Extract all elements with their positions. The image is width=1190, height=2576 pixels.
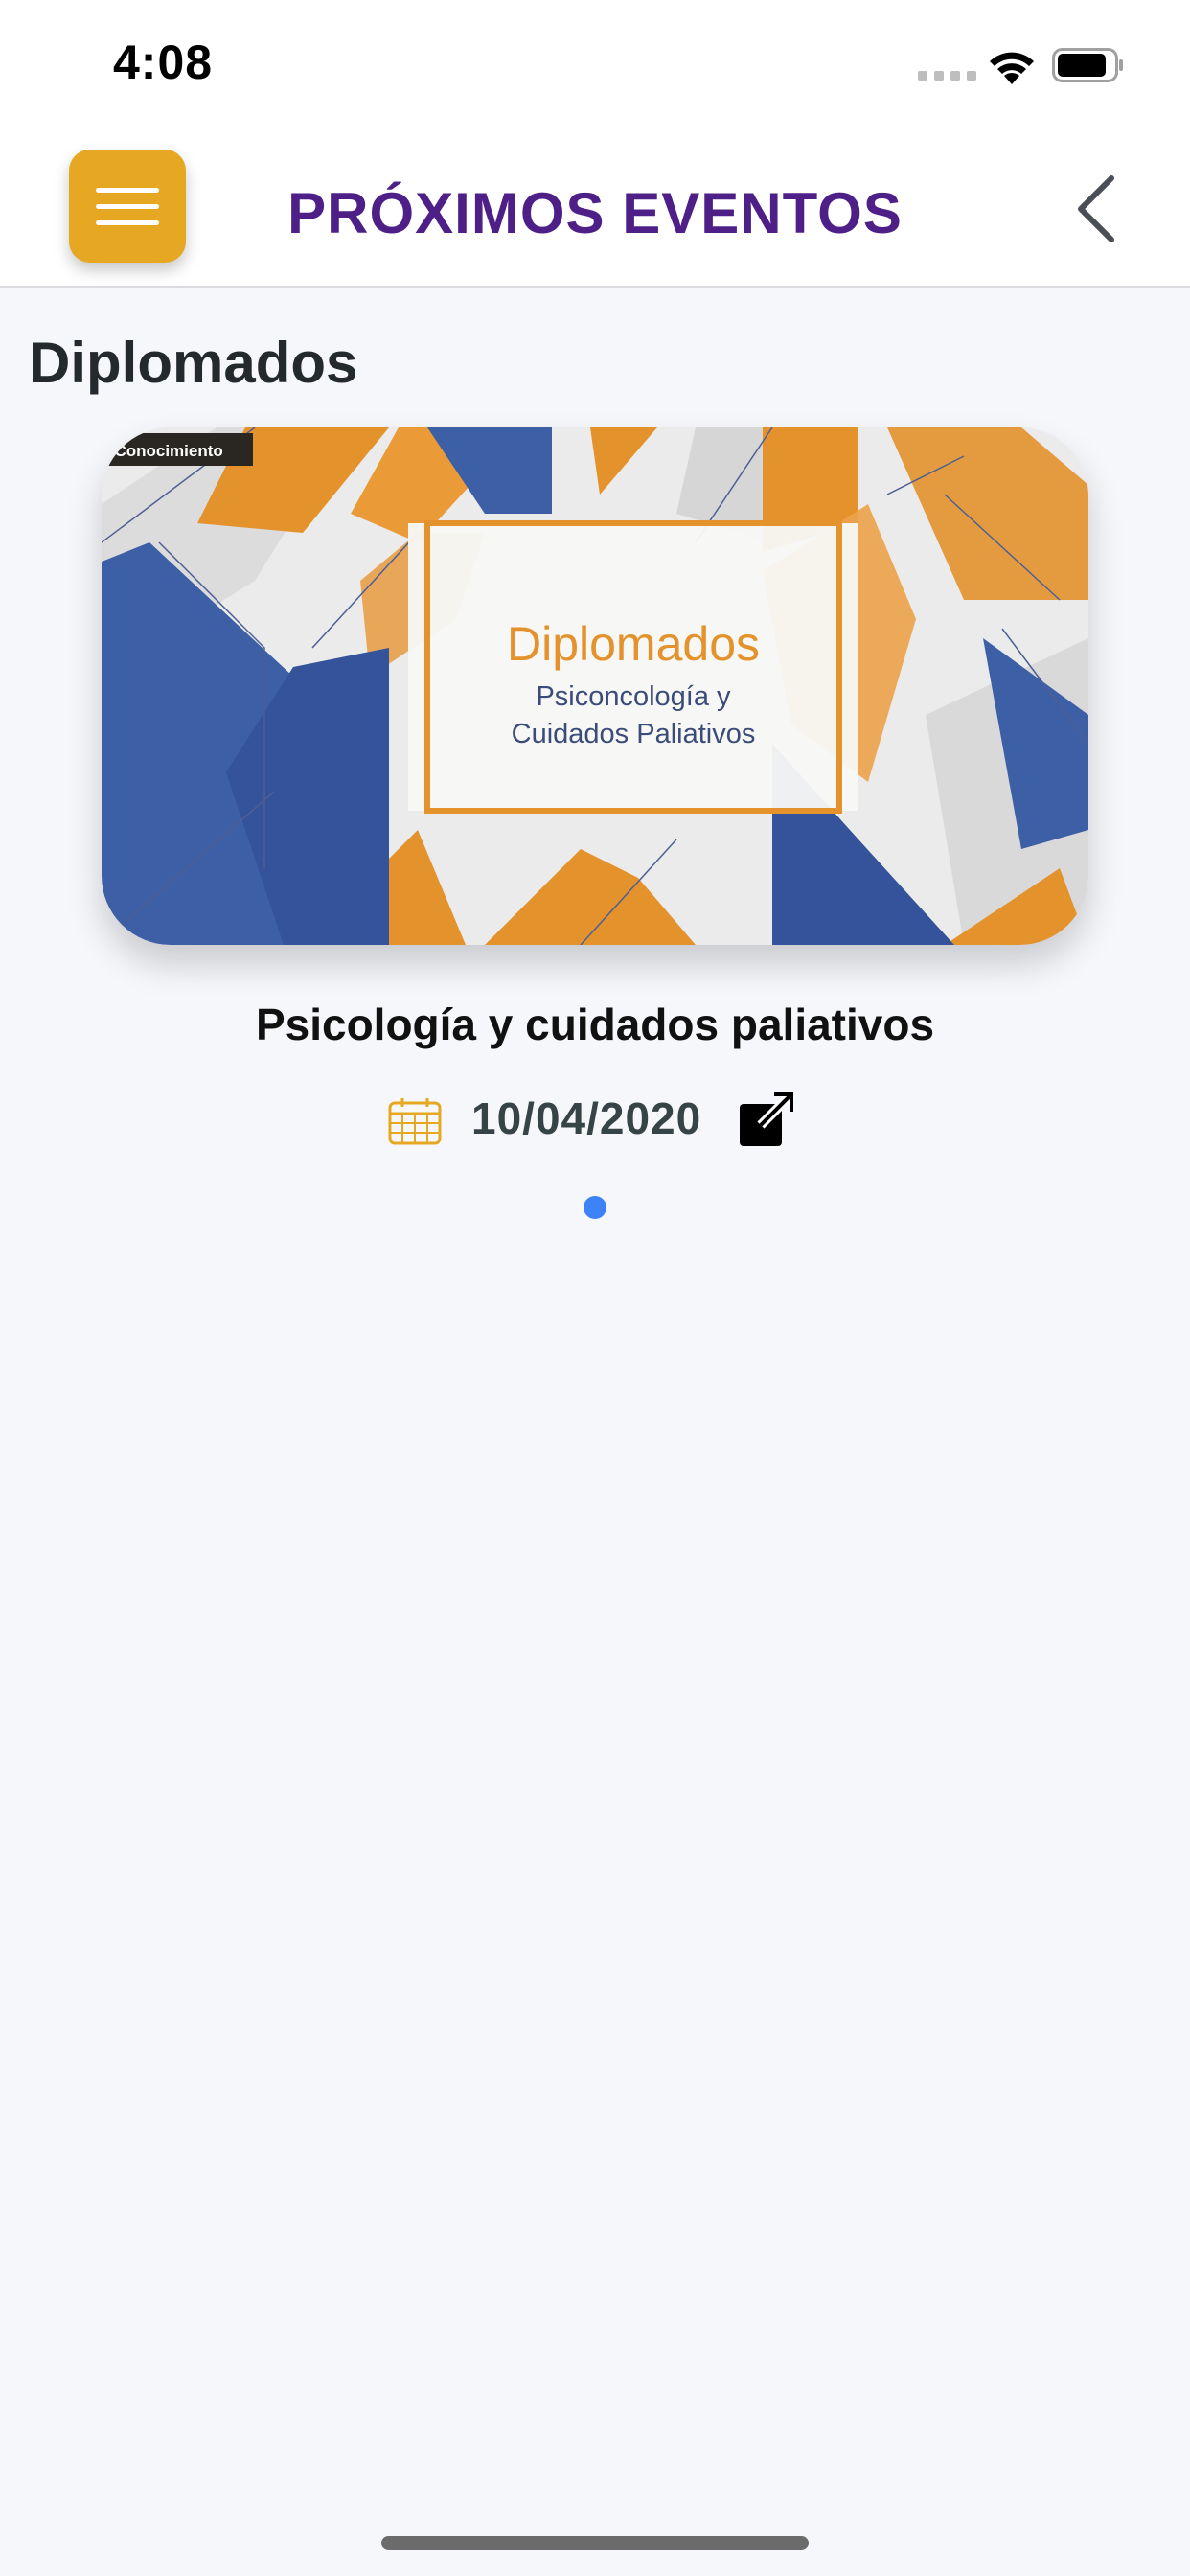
hamburger-icon bbox=[96, 188, 159, 193]
event-banner-image[interactable]: Diplomados Psiconcología y Cuidados Pali… bbox=[102, 427, 1088, 945]
page-title: PRÓXIMOS EVENTOS bbox=[287, 181, 903, 245]
event-meta: 10/04/2020 bbox=[0, 1087, 1190, 1154]
menu-button[interactable] bbox=[69, 150, 186, 263]
carousel-pager bbox=[0, 1196, 1190, 1219]
home-indicator[interactable] bbox=[381, 2536, 809, 2550]
app-header: PRÓXIMOS EVENTOS bbox=[0, 125, 1190, 288]
battery-icon bbox=[1052, 48, 1123, 82]
hamburger-icon-bar bbox=[96, 220, 159, 225]
external-link-icon[interactable] bbox=[738, 1091, 795, 1148]
status-time: 4:08 bbox=[113, 35, 214, 89]
banner-line-1: Psiconcología y bbox=[536, 681, 731, 712]
cellular-signal-icon bbox=[918, 71, 976, 80]
wifi-icon bbox=[990, 52, 1034, 84]
section-title: Diplomados bbox=[29, 331, 358, 395]
pager-dot-active[interactable] bbox=[584, 1196, 606, 1219]
status-bar: 4:08 bbox=[0, 0, 1190, 125]
banner-corner-tag: l Conocimiento bbox=[105, 442, 223, 460]
chevron-left-icon bbox=[1078, 175, 1114, 242]
banner-heading: Diplomados bbox=[507, 617, 760, 671]
banner-line-2: Cuidados Paliativos bbox=[512, 719, 756, 749]
hamburger-icon-bar bbox=[96, 204, 159, 209]
event-title: Psicología y cuidados paliativos bbox=[255, 1000, 935, 1049]
calendar-icon bbox=[388, 1098, 442, 1145]
event-date: 10/04/2020 bbox=[471, 1093, 702, 1143]
back-button[interactable] bbox=[1065, 171, 1133, 247]
